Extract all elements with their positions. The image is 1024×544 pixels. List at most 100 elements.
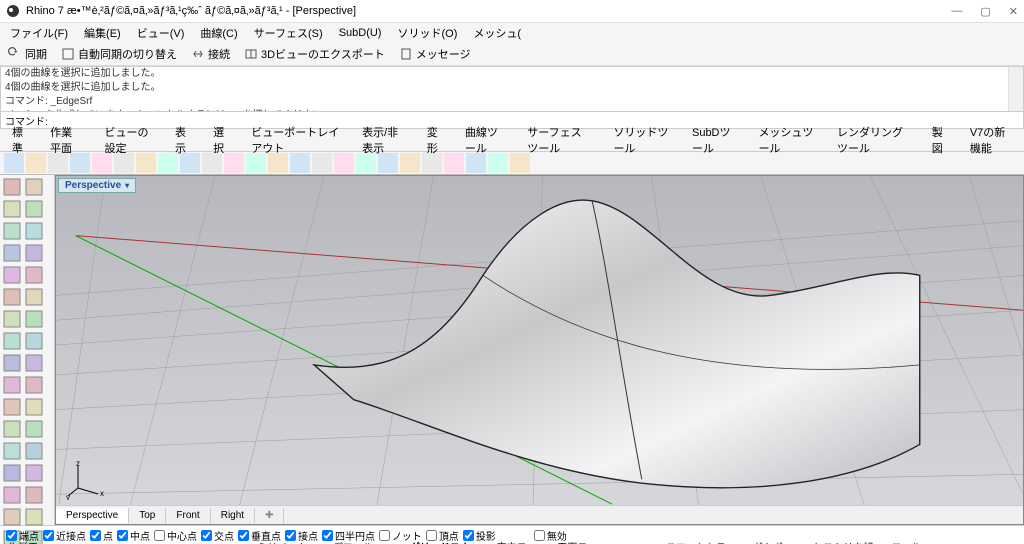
message-button[interactable]: メッセージ (395, 45, 475, 63)
menu-view[interactable]: ビュー(V) (131, 23, 191, 43)
tool-button[interactable] (24, 419, 44, 439)
tool-button[interactable] (2, 507, 22, 527)
tab-subdtools[interactable]: SubDツール (686, 122, 742, 158)
tab-v7new[interactable]: V7の新機能 (964, 122, 1018, 158)
tool-icon[interactable] (114, 153, 134, 173)
tool-button[interactable] (2, 485, 22, 505)
vtab-front[interactable]: Front (166, 508, 210, 523)
tool-button[interactable] (24, 265, 44, 285)
tool-icon[interactable] (92, 153, 112, 173)
tool-icon[interactable] (246, 153, 266, 173)
tool-button[interactable] (24, 441, 44, 461)
tool-button[interactable] (24, 177, 44, 197)
tool-icon[interactable] (202, 153, 222, 173)
export-icon (244, 47, 258, 61)
maximize-button[interactable]: ▢ (980, 5, 990, 18)
chevron-down-icon: ▾ (125, 181, 129, 190)
tool-button[interactable] (2, 221, 22, 241)
tool-button[interactable] (2, 463, 22, 483)
osnap-point[interactable]: 点 (90, 528, 113, 543)
tab-surfacetools[interactable]: サーフェスツール (521, 122, 597, 158)
tool-icon[interactable] (334, 153, 354, 173)
tool-button[interactable] (24, 375, 44, 395)
tool-icon[interactable] (488, 153, 508, 173)
menu-curve[interactable]: 曲線(C) (194, 23, 243, 43)
sync-button[interactable]: 同期 (4, 45, 51, 63)
tool-icon[interactable] (4, 153, 24, 173)
tool-button[interactable] (2, 199, 22, 219)
tool-button[interactable] (24, 353, 44, 373)
tab-solidtools[interactable]: ソリッドツール (607, 122, 676, 158)
tool-icon[interactable] (26, 153, 46, 173)
tool-button[interactable] (2, 265, 22, 285)
tool-icon[interactable] (70, 153, 90, 173)
tool-button[interactable] (24, 287, 44, 307)
tool-icon[interactable] (378, 153, 398, 173)
vtab-perspective[interactable]: Perspective (56, 508, 129, 523)
tool-button[interactable] (2, 419, 22, 439)
tab-drafting[interactable]: 製図 (926, 122, 954, 158)
tool-button[interactable] (24, 463, 44, 483)
tool-icon[interactable] (224, 153, 244, 173)
auto-sync-button[interactable]: 自動同期の切り替え (57, 45, 181, 63)
tool-icon[interactable] (400, 153, 420, 173)
export-3d-button[interactable]: 3Dビューのエクスポート (240, 45, 389, 63)
window-title: Rhino 7 æ•™è‚²ãƒ©ã‚¤ã‚»ãƒ³ã‚¹ç‰ˆ ãƒ©ã‚¤ã… (26, 5, 356, 17)
viewport-perspective[interactable]: Perspective▾ xzy Perspective Top Front R… (55, 175, 1024, 525)
tool-button[interactable] (2, 243, 22, 263)
tool-button[interactable] (2, 287, 22, 307)
tool-button[interactable] (2, 397, 22, 417)
page-icon (399, 47, 413, 61)
tool-button[interactable] (24, 243, 44, 263)
minimize-button[interactable]: — (951, 5, 962, 18)
left-toolbar: for(let i=0;i<36;i++)document.write('<di… (0, 175, 55, 525)
tab-meshtools[interactable]: メッシュツール (752, 122, 821, 158)
tool-button[interactable] (24, 485, 44, 505)
tool-button[interactable] (2, 331, 22, 351)
tool-button[interactable] (24, 331, 44, 351)
tool-button[interactable] (2, 177, 22, 197)
menu-mesh[interactable]: メッシュ( (467, 23, 527, 43)
history-scrollbar[interactable] (1008, 67, 1023, 111)
tool-button[interactable] (2, 309, 22, 329)
menu-solid[interactable]: ソリッド(O) (391, 23, 463, 43)
tool-button[interactable] (24, 507, 44, 527)
tool-button[interactable] (24, 397, 44, 417)
osnap-near[interactable]: 近接点 (43, 528, 86, 543)
tool-icon[interactable] (48, 153, 68, 173)
tool-icon[interactable] (312, 153, 332, 173)
menu-surface[interactable]: サーフェス(S) (248, 23, 329, 43)
tool-icon[interactable] (136, 153, 156, 173)
tool-icon[interactable] (290, 153, 310, 173)
tool-button[interactable] (2, 353, 22, 373)
tool-button[interactable] (2, 441, 22, 461)
vtab-top[interactable]: Top (129, 508, 166, 523)
osnap-mid[interactable]: 中点 (117, 528, 150, 543)
tool-icon[interactable] (444, 153, 464, 173)
viewport-label[interactable]: Perspective▾ (58, 178, 136, 193)
tool-button[interactable] (24, 199, 44, 219)
tool-button[interactable] (2, 375, 22, 395)
connect-button[interactable]: 接続 (187, 45, 234, 63)
close-button[interactable]: ✕ (1009, 5, 1018, 18)
menu-subd[interactable]: SubD(U) (333, 25, 388, 41)
vtab-add[interactable]: ✚ (255, 508, 284, 523)
tool-icon[interactable] (510, 153, 530, 173)
menu-edit[interactable]: 編集(E) (78, 23, 127, 43)
tool-icon[interactable] (180, 153, 200, 173)
tool-button[interactable] (24, 221, 44, 241)
history-line: 4個の曲線を選択に追加しました。 (5, 81, 1019, 95)
osnap-int[interactable]: 交点 (201, 528, 234, 543)
tool-icon[interactable] (268, 153, 288, 173)
vtab-right[interactable]: Right (211, 508, 255, 523)
tool-icon[interactable] (356, 153, 376, 173)
svg-text:z: z (76, 460, 80, 468)
osnap-center[interactable]: 中心点 (154, 528, 197, 543)
svg-text:y: y (66, 493, 70, 500)
tab-rendertools[interactable]: レンダリングツール (831, 122, 916, 158)
tool-icon[interactable] (158, 153, 178, 173)
tool-button[interactable] (24, 309, 44, 329)
menu-file[interactable]: ファイル(F) (4, 23, 74, 43)
tool-icon[interactable] (466, 153, 486, 173)
tool-icon[interactable] (422, 153, 442, 173)
